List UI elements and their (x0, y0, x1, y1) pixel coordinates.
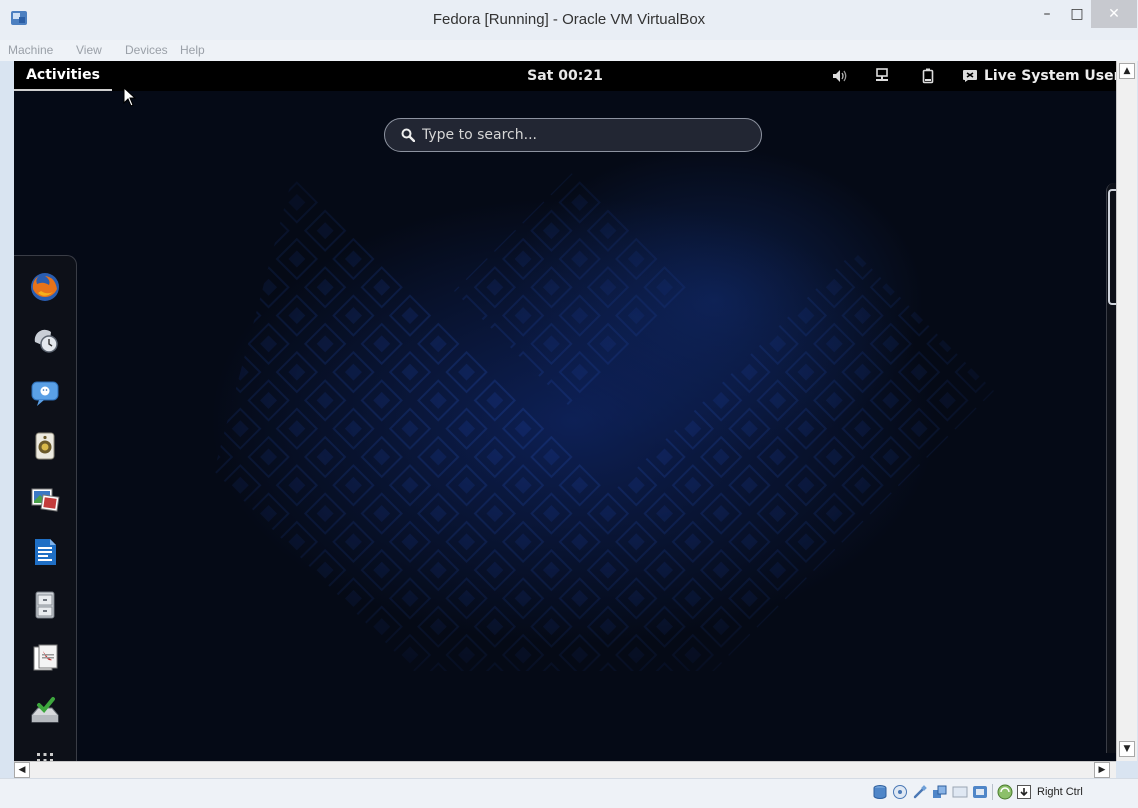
network-activity-icon[interactable] (997, 784, 1013, 800)
search-icon (401, 128, 415, 142)
window-title: Fedora [Running] - Oracle VM VirtualBox (432, 11, 706, 28)
writer-document-icon (35, 539, 56, 565)
user-status-icon (963, 70, 977, 82)
dash-item-rhythmbox[interactable] (24, 425, 66, 467)
show-applications-icon (37, 753, 53, 761)
dash-item-empathy[interactable] (24, 372, 66, 414)
document-viewer-icon (33, 644, 58, 671)
hard-disk-icon[interactable] (872, 784, 888, 800)
menu-view[interactable]: View (76, 43, 102, 57)
scroll-right-arrow-icon[interactable]: ▶ (1094, 762, 1110, 778)
menu-help[interactable]: Help (180, 43, 205, 57)
display-icon[interactable] (952, 784, 968, 800)
wallpaper-pattern (214, 171, 994, 671)
search-bar[interactable] (384, 118, 762, 152)
maximize-button[interactable]: □ (1062, 0, 1092, 28)
clock[interactable]: Sat 00:21 (14, 68, 1116, 84)
rhythmbox-speaker-icon (35, 432, 55, 460)
optical-drive-icon[interactable] (892, 784, 908, 800)
vertical-scrollbar[interactable]: ▲ ▼ (1116, 61, 1137, 761)
frame-left-edge (0, 61, 14, 778)
menu-machine[interactable]: Machine (8, 43, 53, 57)
dash-item-files[interactable] (24, 584, 66, 626)
dash-item-show-applications[interactable] (24, 736, 66, 761)
battery-icon (922, 68, 934, 84)
workspace-thumbnail[interactable] (1108, 189, 1116, 305)
window-titlebar: Fedora [Running] - Oracle VM VirtualBox … (0, 0, 1138, 41)
video-capture-icon[interactable] (972, 784, 988, 800)
volume-indicator[interactable] (832, 61, 850, 91)
shotwell-photos-icon (31, 488, 60, 512)
device-status-icons: Right Ctrl (872, 784, 1083, 800)
network-wired-icon (876, 68, 888, 81)
battery-indicator[interactable] (922, 61, 934, 91)
vbox-statusbar: Right Ctrl (0, 778, 1138, 808)
clocks-icon (34, 329, 58, 353)
scroll-up-arrow-icon[interactable]: ▲ (1119, 63, 1135, 79)
mouse-pointer-icon (123, 87, 137, 107)
scroll-left-arrow-icon[interactable]: ◀ (14, 762, 30, 778)
vbox-menubar: Machine View Devices Help (0, 40, 1138, 61)
dash (14, 255, 77, 761)
usb-icon[interactable] (912, 784, 928, 800)
dash-item-clocks[interactable] (24, 319, 66, 361)
network-indicator[interactable] (875, 61, 889, 91)
install-to-hard-drive-icon (31, 697, 59, 723)
empathy-chat-icon (31, 381, 59, 406)
search-input[interactable] (422, 127, 722, 143)
dash-item-document-viewer[interactable] (24, 637, 66, 679)
minimize-button[interactable]: – (1032, 0, 1062, 28)
gnome-top-bar: Activities Sat 00:21 Live System User (14, 61, 1116, 91)
user-name: Live System User (984, 68, 1116, 84)
host-key-label: Right Ctrl (1037, 786, 1083, 798)
firefox-icon (31, 273, 59, 301)
vm-display[interactable]: Activities Sat 00:21 Live System User Ty… (14, 61, 1116, 761)
dash-item-install[interactable] (24, 690, 66, 732)
dash-item-shotwell[interactable] (24, 478, 66, 520)
status-separator (992, 784, 993, 800)
user-menu[interactable]: Live System User (962, 61, 1116, 91)
files-cabinet-icon (35, 591, 55, 619)
horizontal-scrollbar[interactable]: ◀ ▶ (14, 761, 1116, 779)
dash-item-writer[interactable] (24, 531, 66, 573)
scroll-down-arrow-icon[interactable]: ▼ (1119, 741, 1135, 757)
volume-icon (833, 70, 847, 82)
dash-item-firefox[interactable] (24, 266, 66, 308)
menu-devices[interactable]: Devices (125, 43, 168, 57)
host-key-arrow-icon[interactable] (1017, 785, 1031, 799)
close-button[interactable]: ✕ (1091, 0, 1137, 28)
shared-folders-icon[interactable] (932, 784, 948, 800)
